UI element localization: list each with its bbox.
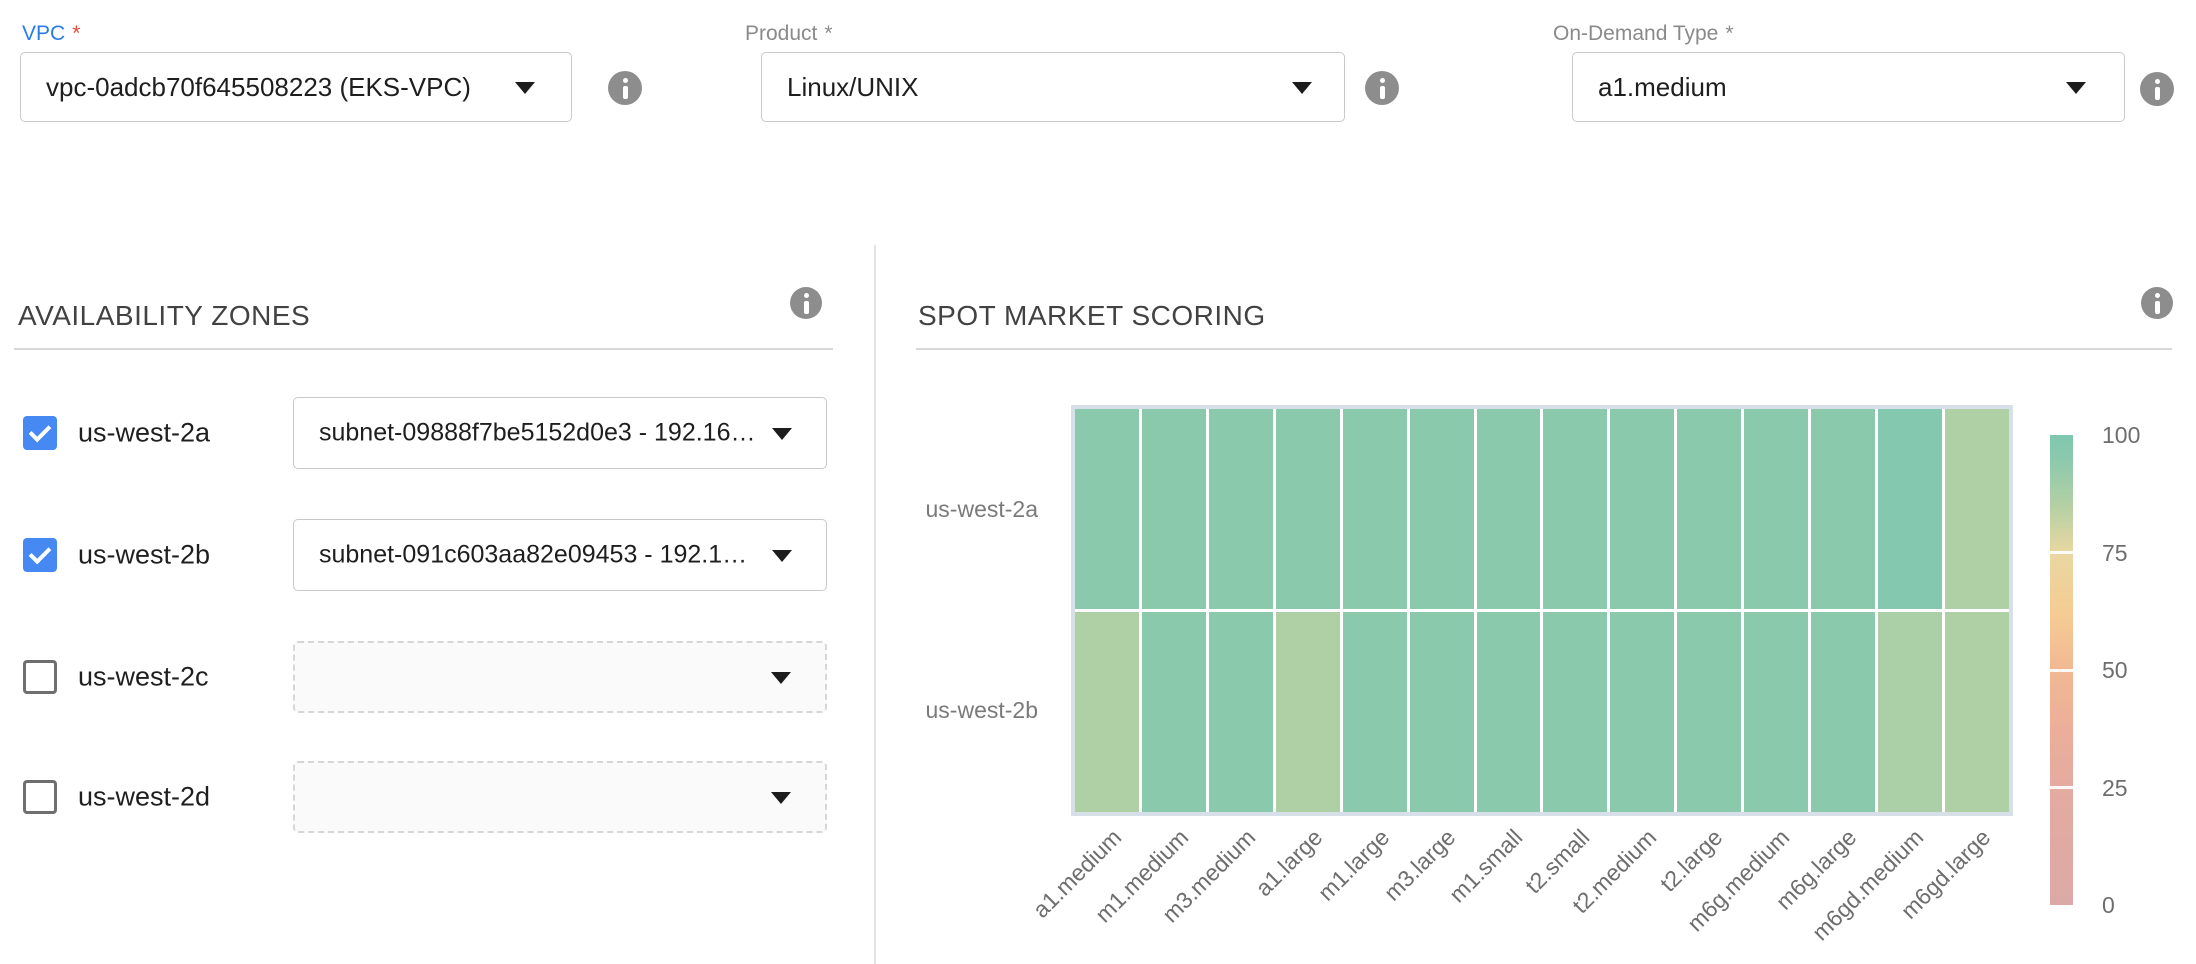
heatmap-cell-us-west-2a-m1.small[interactable] xyxy=(1477,409,1541,609)
required-asterisk: * xyxy=(1725,22,1733,45)
heatmap-cell-us-west-2a-m6g.large[interactable] xyxy=(1811,409,1875,609)
subnet-select-us-west-2c[interactable] xyxy=(293,641,827,713)
subnet-select-us-west-2d[interactable] xyxy=(293,761,827,833)
heatmap-cell-us-west-2a-m3.large[interactable] xyxy=(1410,409,1474,609)
subnet-select-value: subnet-09888f7be5152d0e3 - 192.168… xyxy=(319,419,756,448)
dropdown-arrow-icon xyxy=(1292,82,1312,94)
heatmap-cell-us-west-2a-t2.large[interactable] xyxy=(1677,409,1741,609)
colorbar-tick xyxy=(2050,551,2073,554)
heatmap-cell-us-west-2b-a1.large[interactable] xyxy=(1276,612,1340,812)
az-row-us-west-2b: us-west-2b subnet-091c603aa82e09453 - 192… xyxy=(0,519,874,591)
colorbar-label: 0 xyxy=(2102,892,2182,919)
on-demand-type-select[interactable]: a1.medium xyxy=(1572,52,2125,122)
required-asterisk: * xyxy=(824,22,832,45)
vpc-label: VPC* xyxy=(22,22,80,46)
heatmap-cell-us-west-2a-m3.medium[interactable] xyxy=(1209,409,1273,609)
info-icon[interactable] xyxy=(1365,71,1399,105)
checkbox-us-west-2c[interactable] xyxy=(23,660,57,694)
subnet-select-value: subnet-091c603aa82e09453 - 192.168… xyxy=(319,541,756,570)
checkbox-us-west-2d[interactable] xyxy=(23,780,57,814)
dropdown-arrow-icon xyxy=(772,550,792,562)
heatmap-cell-us-west-2b-m6gd.large[interactable] xyxy=(1945,612,2009,812)
availability-zones-title: AVAILABILITY ZONES xyxy=(18,300,310,332)
heatmap-cell-us-west-2b-m6g.medium[interactable] xyxy=(1744,612,1808,812)
subnet-select-us-west-2a[interactable]: subnet-09888f7be5152d0e3 - 192.168… xyxy=(293,397,827,469)
az-zone-label: us-west-2b xyxy=(78,540,210,571)
dropdown-arrow-icon xyxy=(771,792,791,804)
az-row-us-west-2a: us-west-2a subnet-09888f7be5152d0e3 - 192… xyxy=(0,397,874,469)
availability-zones-divider xyxy=(14,348,833,350)
product-label: Product* xyxy=(745,22,833,46)
dropdown-arrow-icon xyxy=(2066,82,2086,94)
heatmap-cell-us-west-2a-m6gd.large[interactable] xyxy=(1945,409,2009,609)
heatmap-cell-us-west-2b-m6g.large[interactable] xyxy=(1811,612,1875,812)
heatmap-cell-us-west-2b-t2.small[interactable] xyxy=(1543,612,1607,812)
spot-market-scoring-title: SPOT MARKET SCORING xyxy=(918,300,1266,332)
heatmap-cell-us-west-2b-m3.large[interactable] xyxy=(1410,612,1474,812)
section-vertical-divider xyxy=(874,245,876,964)
heatmap-cell-us-west-2a-m1.medium[interactable] xyxy=(1142,409,1206,609)
heatmap-cell-us-west-2a-a1.large[interactable] xyxy=(1276,409,1340,609)
colorbar-label: 50 xyxy=(2102,657,2182,684)
heatmap-cell-us-west-2b-t2.large[interactable] xyxy=(1677,612,1741,812)
heatmap-cell-us-west-2a-m1.large[interactable] xyxy=(1343,409,1407,609)
dropdown-arrow-icon xyxy=(772,428,792,440)
heatmap-cell-us-west-2b-m3.medium[interactable] xyxy=(1209,612,1273,812)
info-icon[interactable] xyxy=(608,71,642,105)
dropdown-arrow-icon xyxy=(771,672,791,684)
az-zone-label: us-west-2d xyxy=(78,782,210,813)
colorbar-label: 25 xyxy=(2102,775,2182,802)
az-row-us-west-2c: us-west-2c xyxy=(0,641,874,713)
info-icon[interactable] xyxy=(790,287,822,319)
dropdown-arrow-icon xyxy=(515,82,535,94)
heatmap-y-label: us-west-2a xyxy=(858,496,1038,523)
colorbar-label: 75 xyxy=(2102,540,2182,567)
heatmap-cell-us-west-2a-t2.medium[interactable] xyxy=(1610,409,1674,609)
colorbar-tick xyxy=(2050,669,2073,672)
heatmap-cell-us-west-2b-t2.medium[interactable] xyxy=(1610,612,1674,812)
az-zone-label: us-west-2c xyxy=(78,662,209,693)
spot-config-page: VPC* vpc-0adcb70f645508223 (EKS-VPC) Pro… xyxy=(0,0,2196,964)
product-select-value: Linux/UNIX xyxy=(787,72,1280,103)
checkbox-us-west-2a[interactable] xyxy=(23,416,57,450)
colorbar-tick xyxy=(2050,786,2073,789)
heatmap-cell-us-west-2b-m1.large[interactable] xyxy=(1343,612,1407,812)
az-row-us-west-2d: us-west-2d xyxy=(0,761,874,833)
heatmap-y-label: us-west-2b xyxy=(858,697,1038,724)
on-demand-type-select-value: a1.medium xyxy=(1598,72,2060,103)
vpc-select-value: vpc-0adcb70f645508223 (EKS-VPC) xyxy=(46,72,507,103)
required-asterisk: * xyxy=(72,22,80,45)
spot-market-scoring-divider xyxy=(916,348,2172,350)
heatmap-cell-us-west-2b-m6gd.medium[interactable] xyxy=(1878,612,1942,812)
heatmap-cell-us-west-2a-t2.small[interactable] xyxy=(1543,409,1607,609)
checkbox-us-west-2b[interactable] xyxy=(23,538,57,572)
heatmap-cell-us-west-2b-a1.medium[interactable] xyxy=(1075,612,1139,812)
az-zone-label: us-west-2a xyxy=(78,418,210,449)
heatmap-cell-us-west-2a-a1.medium[interactable] xyxy=(1075,409,1139,609)
heatmap-cell-us-west-2a-m6gd.medium[interactable] xyxy=(1878,409,1942,609)
heatmap-cell-us-west-2b-m1.small[interactable] xyxy=(1477,612,1541,812)
heatmap-cell-us-west-2b-m1.medium[interactable] xyxy=(1142,612,1206,812)
subnet-select-us-west-2b[interactable]: subnet-091c603aa82e09453 - 192.168… xyxy=(293,519,827,591)
info-icon[interactable] xyxy=(2140,72,2174,106)
colorbar-label: 100 xyxy=(2102,422,2182,449)
on-demand-type-label: On-Demand Type* xyxy=(1553,22,1734,46)
heatmap-cell-us-west-2a-m6g.medium[interactable] xyxy=(1744,409,1808,609)
heatmap xyxy=(1071,405,2013,816)
product-select[interactable]: Linux/UNIX xyxy=(761,52,1345,122)
heatmap-colorbar xyxy=(2050,435,2073,905)
info-icon[interactable] xyxy=(2141,287,2173,319)
vpc-select[interactable]: vpc-0adcb70f645508223 (EKS-VPC) xyxy=(20,52,572,122)
